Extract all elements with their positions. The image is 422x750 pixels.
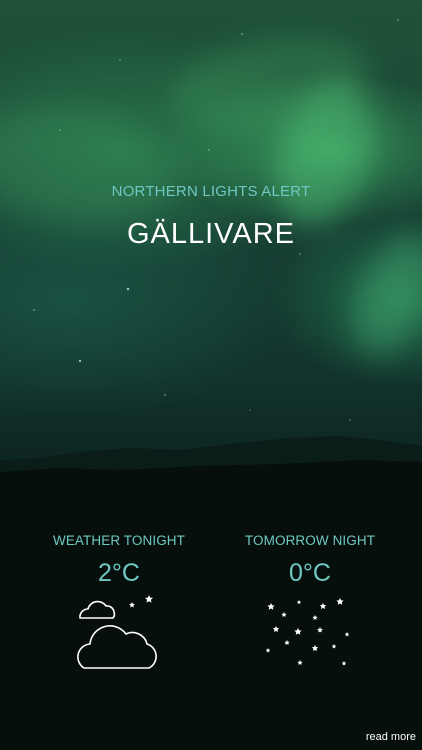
location-name: GÄLLIVARE — [126, 218, 296, 250]
forecast-tomorrow-temperature: 0°C — [289, 559, 331, 587]
clear-starry-night-icon — [265, 598, 350, 666]
forecast-tonight-title: WEATHER TONIGHT — [52, 533, 185, 548]
read-more-link[interactable]: read more — [366, 730, 416, 744]
cloudy-night-icon — [77, 595, 157, 669]
aurora-glow — [163, 23, 377, 147]
forecast-tomorrow-title: TOMORROW NIGHT — [244, 533, 376, 548]
forecast-tonight-temperature: 2°C — [98, 559, 140, 587]
aurora-alert-screen: NORTHERN LIGHTS ALERT GÄLLIVARE WEATHER … — [0, 0, 422, 750]
alert-title: NORTHERN LIGHTS ALERT — [111, 183, 311, 200]
forecast-tomorrow: TOMORROW NIGHT 0°C — [210, 532, 410, 588]
forecast-tonight: WEATHER TONIGHT 2°C — [19, 532, 219, 588]
alert-header: NORTHERN LIGHTS ALERT GÄLLIVARE — [0, 182, 422, 252]
